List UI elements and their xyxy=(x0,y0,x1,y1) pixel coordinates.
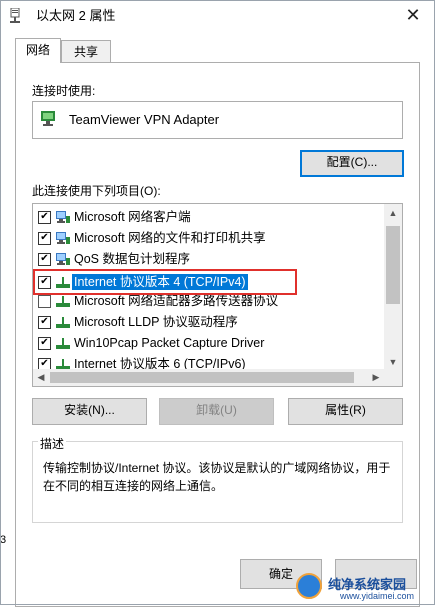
protocol-icon xyxy=(56,296,70,307)
protocol-icon xyxy=(56,359,70,369)
vertical-scroll-thumb[interactable] xyxy=(386,226,400,304)
adapter-name: TeamViewer VPN Adapter xyxy=(69,112,220,127)
horizontal-scroll-thumb[interactable] xyxy=(50,372,354,383)
network-adapter-icon xyxy=(10,8,20,23)
window-title: 以太网 2 属性 xyxy=(36,8,116,23)
network-adapter-icon xyxy=(41,111,55,126)
list-item-label: Win10Pcap Packet Capture Driver xyxy=(74,336,265,350)
checkbox[interactable]: ✔ xyxy=(38,316,51,329)
list-item-label: QoS 数据包计划程序 xyxy=(74,252,190,266)
checkbox[interactable]: ✔ xyxy=(38,232,51,245)
checkbox[interactable]: ✔ xyxy=(38,253,51,266)
qos-packet-scheduler-icon xyxy=(56,253,70,265)
highlight-box xyxy=(33,269,297,295)
items-label: 此连接使用下列项目(O): xyxy=(32,184,161,198)
checkbox[interactable] xyxy=(38,295,51,308)
scroll-right-icon[interactable]: ▶ xyxy=(369,369,383,386)
scroll-up-icon[interactable]: ▲ xyxy=(384,206,402,220)
list-item-label: Microsoft 网络适配器多路传送器协议 xyxy=(74,294,279,308)
configure-button[interactable]: 配置(C)... xyxy=(300,150,404,177)
protocol-icon xyxy=(56,338,70,349)
scroll-left-icon[interactable]: ◀ xyxy=(34,369,48,386)
file-printer-sharing-icon xyxy=(56,232,70,244)
list-item-label: Microsoft LLDP 协议驱动程序 xyxy=(74,315,238,329)
tab-sharing[interactable]: 共享 xyxy=(61,40,111,63)
watermark-logo-icon xyxy=(296,573,322,599)
connect-using-label: 连接时使用: xyxy=(32,84,96,98)
close-button[interactable]: ✕ xyxy=(400,4,426,26)
list-item[interactable]: ✔ Win10Pcap Packet Capture Driver xyxy=(35,333,384,354)
list-item[interactable]: ✔ Microsoft 网络客户端 xyxy=(35,207,384,228)
list-item[interactable]: ✔ QoS 数据包计划程序 xyxy=(35,249,384,270)
properties-button[interactable]: 属性(R) xyxy=(288,398,403,425)
list-item[interactable]: ✔ Internet 协议版本 6 (TCP/IPv6) xyxy=(35,354,384,369)
description-title: 描述 xyxy=(38,435,67,452)
network-client-icon xyxy=(56,211,70,223)
protocol-icon xyxy=(56,317,70,328)
scroll-corner xyxy=(384,369,402,386)
scroll-down-icon[interactable]: ▼ xyxy=(384,355,402,369)
list-item[interactable]: ✔ Microsoft LLDP 协议驱动程序 xyxy=(35,312,384,333)
background-text: 3 xyxy=(0,534,7,546)
list-item[interactable]: ✔ Microsoft 网络的文件和打印机共享 xyxy=(35,228,384,249)
uninstall-button[interactable]: 卸载(U) xyxy=(159,398,274,425)
tab-network[interactable]: 网络 xyxy=(15,38,61,63)
checkbox[interactable]: ✔ xyxy=(38,337,51,350)
list-item-label: Microsoft 网络的文件和打印机共享 xyxy=(74,231,266,245)
checkbox[interactable]: ✔ xyxy=(38,358,51,369)
description-text: 传输控制协议/Internet 协议。该协议是默认的广域网络协议，用于在不同的相… xyxy=(43,461,391,493)
list-item-label: Internet 协议版本 6 (TCP/IPv6) xyxy=(74,357,246,369)
checkbox[interactable]: ✔ xyxy=(38,211,51,224)
watermark-url: www.yidaimei.com xyxy=(340,591,415,601)
install-button[interactable]: 安装(N)... xyxy=(32,398,147,425)
list-item-label: Microsoft 网络客户端 xyxy=(74,210,191,224)
